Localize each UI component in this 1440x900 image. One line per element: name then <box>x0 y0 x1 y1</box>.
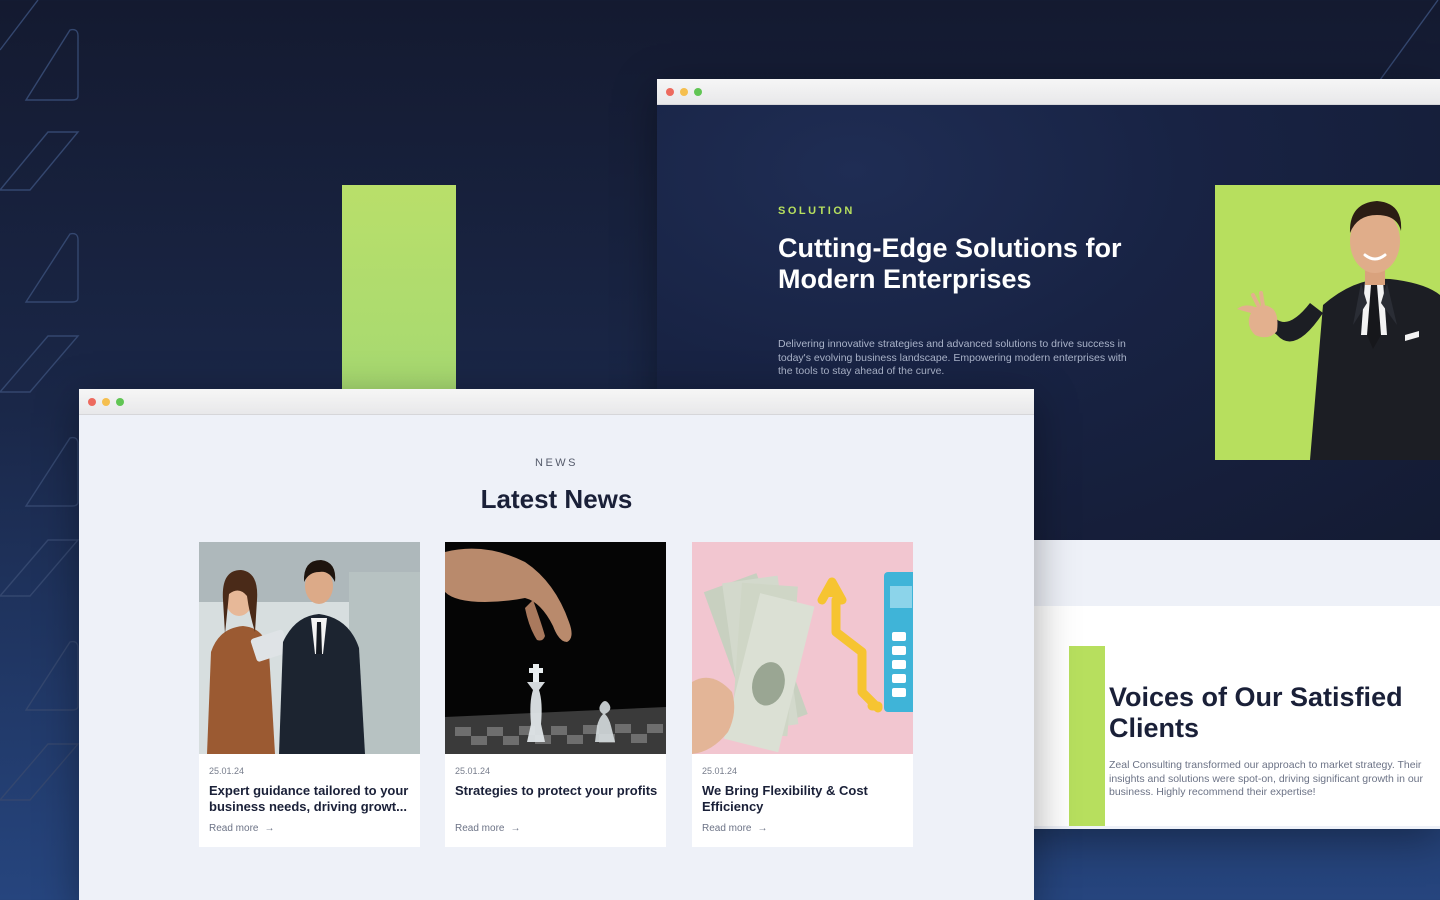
money-growth-photo <box>692 542 913 754</box>
solution-kicker: SOLUTION <box>778 205 855 217</box>
article-date: 25.01.24 <box>209 766 245 776</box>
article-title[interactable]: Strategies to protect your profits <box>455 783 659 799</box>
news-card[interactable]: 25.01.24 Expert guidance tailored to you… <box>199 542 420 847</box>
business-meeting-photo <box>199 542 420 754</box>
solution-title: Cutting-Edge Solutions for Modern Enterp… <box>778 233 1122 294</box>
maximize-dot-icon[interactable] <box>694 87 702 96</box>
arrow-right-icon: → <box>757 823 768 834</box>
article-title[interactable]: We Bring Flexibility & Cost Efficiency <box>702 783 906 815</box>
news-card[interactable]: 25.01.24 We Bring Flexibility & Cost Eff… <box>692 542 913 847</box>
article-date: 25.01.24 <box>455 766 491 776</box>
window-titlebar <box>79 389 1034 415</box>
arrow-right-icon: → <box>510 823 521 834</box>
minimize-dot-icon[interactable] <box>680 87 688 96</box>
testimonial-quote: Zeal Consulting transformed our approach… <box>1109 759 1424 799</box>
read-more-link[interactable]: Read more → <box>209 823 274 834</box>
read-more-link[interactable]: Read more → <box>702 823 767 834</box>
news-kicker: NEWS <box>535 457 578 469</box>
minimize-dot-icon[interactable] <box>102 397 110 406</box>
news-card[interactable]: 25.01.24 Strategies to protect your prof… <box>445 542 666 847</box>
arrow-right-icon: → <box>264 823 275 834</box>
article-title[interactable]: Expert guidance tailored to your busines… <box>209 783 413 815</box>
green-accent-block <box>342 185 456 395</box>
close-dot-icon[interactable] <box>88 397 96 406</box>
testimonial-accent-bar <box>1069 646 1105 826</box>
read-more-link[interactable]: Read more → <box>455 823 520 834</box>
testimonial-section: Voices of Our Satisfied Clients Zeal Con… <box>1034 606 1440 826</box>
read-more-label: Read more <box>702 823 752 834</box>
solution-description: Delivering innovative strategies and adv… <box>778 338 1127 378</box>
businessman-photo <box>1215 185 1440 460</box>
close-dot-icon[interactable] <box>666 87 674 96</box>
news-title: Latest News <box>480 484 633 514</box>
maximize-dot-icon[interactable] <box>116 397 124 406</box>
news-window: NEWS Latest News 25.01.24 Expert guidanc… <box>79 389 1034 900</box>
window-titlebar <box>657 79 1440 105</box>
article-date: 25.01.24 <box>702 766 738 776</box>
read-more-label: Read more <box>209 823 259 834</box>
testimonial-title: Voices of Our Satisfied Clients <box>1109 682 1403 743</box>
read-more-label: Read more <box>455 823 505 834</box>
chess-photo <box>445 542 666 754</box>
